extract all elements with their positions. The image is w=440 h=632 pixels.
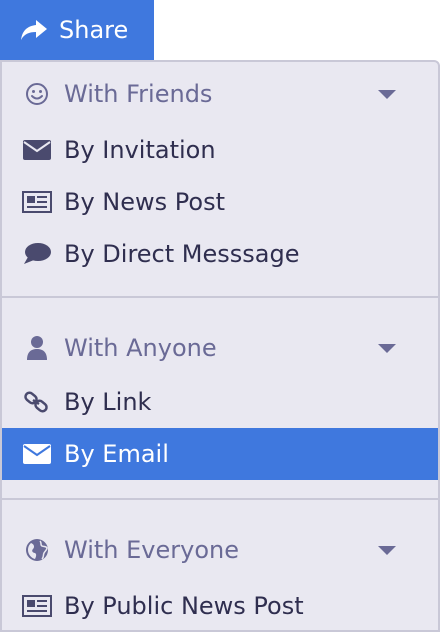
menu-item-by-news-post[interactable]: By News Post <box>2 176 438 228</box>
menu-item-label: By Public News Post <box>64 592 304 620</box>
section-header-with-everyone[interactable]: With Everyone <box>2 524 438 576</box>
section-header-with-friends[interactable]: With Friends <box>2 68 438 120</box>
share-button[interactable]: Share <box>0 0 154 60</box>
chevron-down-icon <box>378 546 396 555</box>
menu-item-by-public-news-post[interactable]: By Public News Post <box>2 580 438 632</box>
section-header-with-anyone[interactable]: With Anyone <box>2 322 438 374</box>
link-icon <box>22 389 52 415</box>
section-header-label: With Everyone <box>64 536 239 564</box>
section-header-label: With Friends <box>64 80 213 108</box>
menu-item-by-invitation[interactable]: By Invitation <box>2 124 438 176</box>
envelope-icon <box>22 137 52 163</box>
chat-bubble-icon <box>22 241 52 267</box>
newspaper-icon <box>22 189 52 215</box>
menu-item-by-link[interactable]: By Link <box>2 376 438 428</box>
section-divider <box>2 498 438 500</box>
menu-item-label: By Link <box>64 388 152 416</box>
menu-item-label: By Direct Messsage <box>64 240 300 268</box>
newspaper-icon <box>22 593 52 619</box>
section-divider <box>2 296 438 298</box>
share-icon <box>20 18 50 42</box>
menu-item-label: By Invitation <box>64 136 216 164</box>
menu-item-label: By News Post <box>64 188 225 216</box>
share-button-label: Share <box>59 16 129 44</box>
smiley-icon <box>22 81 52 107</box>
section-header-label: With Anyone <box>64 334 217 362</box>
share-dropdown-menu: With Friends By Invitation By News Post <box>0 60 440 632</box>
user-icon <box>22 335 52 361</box>
chevron-down-icon <box>378 90 396 99</box>
menu-item-label: By Email <box>64 440 169 468</box>
menu-item-by-email[interactable]: By Email <box>2 428 438 480</box>
menu-item-by-direct-message[interactable]: By Direct Messsage <box>2 228 438 280</box>
chevron-down-icon <box>378 344 396 353</box>
envelope-icon <box>22 441 52 467</box>
globe-icon <box>22 537 52 563</box>
